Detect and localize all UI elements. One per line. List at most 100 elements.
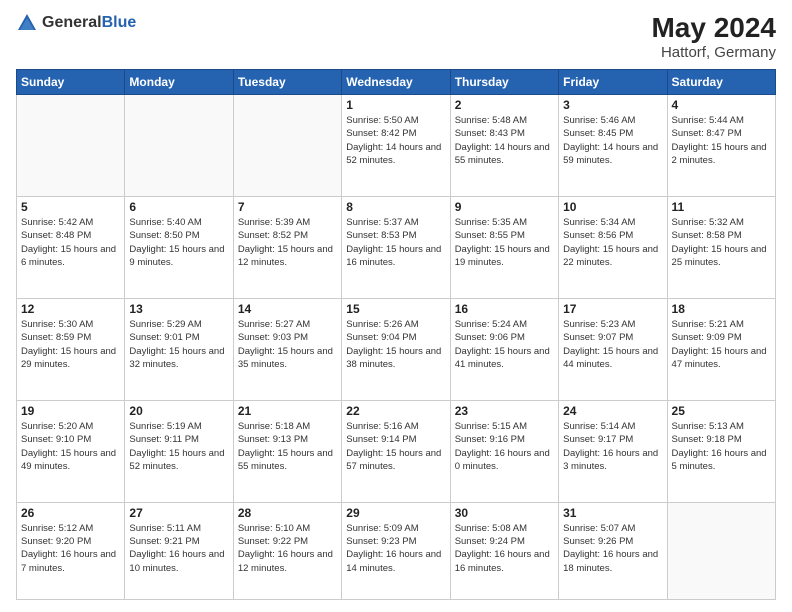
day-info-13: Sunrise: 5:29 AM Sunset: 9:01 PM Dayligh… [129,318,228,371]
cell-2-3: 15Sunrise: 5:26 AM Sunset: 9:04 PM Dayli… [342,298,450,400]
week-row-3: 19Sunrise: 5:20 AM Sunset: 9:10 PM Dayli… [17,400,776,502]
day-info-12: Sunrise: 5:30 AM Sunset: 8:59 PM Dayligh… [21,318,120,371]
day-number-21: 21 [238,404,337,418]
day-info-21: Sunrise: 5:18 AM Sunset: 9:13 PM Dayligh… [238,420,337,473]
cell-1-6: 11Sunrise: 5:32 AM Sunset: 8:58 PM Dayli… [667,196,775,298]
day-info-25: Sunrise: 5:13 AM Sunset: 9:18 PM Dayligh… [672,420,771,473]
day-number-6: 6 [129,200,228,214]
day-info-6: Sunrise: 5:40 AM Sunset: 8:50 PM Dayligh… [129,216,228,269]
day-number-16: 16 [455,302,554,316]
cell-4-4: 30 Sunrise: 5:08 AM Sunset: 9:24 PM Dayli… [450,502,558,599]
day-number-28: 28 [238,506,337,520]
week-row-1: 5Sunrise: 5:42 AM Sunset: 8:48 PM Daylig… [17,196,776,298]
cell-0-4: 2 Sunrise: 5:48 AM Sunset: 8:43 PM Daylig… [450,95,558,197]
cell-1-2: 7 Sunrise: 5:39 AM Sunset: 8:52 PM Daylig… [233,196,341,298]
day-info-2: Sunrise: 5:48 AM Sunset: 8:43 PM Dayligh… [455,114,554,167]
cell-4-6 [667,502,775,599]
cell-3-5: 24 Sunrise: 5:14 AM Sunset: 9:17 PM Dayli… [559,400,667,502]
day-number-17: 17 [563,302,662,316]
day-info-3: Sunrise: 5:46 AM Sunset: 8:45 PM Dayligh… [563,114,662,167]
cell-2-0: 12 Sunrise: 5:30 AM Sunset: 8:59 PM Dayli… [17,298,125,400]
cell-2-6: 18Sunrise: 5:21 AM Sunset: 9:09 PM Dayli… [667,298,775,400]
cell-2-2: 14 Sunrise: 5:27 AM Sunset: 9:03 PM Dayli… [233,298,341,400]
day-number-8: 8 [346,200,445,214]
cell-2-4: 16 Sunrise: 5:24 AM Sunset: 9:06 PM Dayli… [450,298,558,400]
cell-2-1: 13 Sunrise: 5:29 AM Sunset: 9:01 PM Dayli… [125,298,233,400]
cell-0-0 [17,95,125,197]
header: GeneralBlue May 2024 Hattorf, Germany [16,12,776,61]
cell-0-6: 4 Sunrise: 5:44 AM Sunset: 8:47 PM Daylig… [667,95,775,197]
day-info-28: Sunrise: 5:10 AM Sunset: 9:22 PM Dayligh… [238,522,337,575]
day-number-1: 1 [346,98,445,112]
col-thursday: Thursday [450,70,558,95]
cell-3-1: 20Sunrise: 5:19 AM Sunset: 9:11 PM Dayli… [125,400,233,502]
day-info-27: Sunrise: 5:11 AM Sunset: 9:21 PM Dayligh… [129,522,228,575]
day-info-16: Sunrise: 5:24 AM Sunset: 9:06 PM Dayligh… [455,318,554,371]
cell-1-4: 9Sunrise: 5:35 AM Sunset: 8:55 PM Daylig… [450,196,558,298]
day-number-24: 24 [563,404,662,418]
day-number-10: 10 [563,200,662,214]
day-number-18: 18 [672,302,771,316]
day-number-30: 30 [455,506,554,520]
day-info-1: Sunrise: 5:50 AM Sunset: 8:42 PM Dayligh… [346,114,445,167]
col-tuesday: Tuesday [233,70,341,95]
day-number-23: 23 [455,404,554,418]
cell-0-5: 3 Sunrise: 5:46 AM Sunset: 8:45 PM Daylig… [559,95,667,197]
logo-icon [16,12,38,34]
title-location: Hattorf, Germany [651,44,776,61]
title-block: May 2024 Hattorf, Germany [651,12,776,61]
day-number-26: 26 [21,506,120,520]
logo: GeneralBlue [16,12,136,34]
cell-3-4: 23 Sunrise: 5:15 AM Sunset: 9:16 PM Dayli… [450,400,558,502]
cell-3-2: 21 Sunrise: 5:18 AM Sunset: 9:13 PM Dayli… [233,400,341,502]
day-info-4: Sunrise: 5:44 AM Sunset: 8:47 PM Dayligh… [672,114,771,167]
day-info-15: Sunrise: 5:26 AM Sunset: 9:04 PM Dayligh… [346,318,445,371]
cell-1-5: 10 Sunrise: 5:34 AM Sunset: 8:56 PM Dayli… [559,196,667,298]
col-wednesday: Wednesday [342,70,450,95]
day-info-23: Sunrise: 5:15 AM Sunset: 9:16 PM Dayligh… [455,420,554,473]
col-sunday: Sunday [17,70,125,95]
cell-1-1: 6 Sunrise: 5:40 AM Sunset: 8:50 PM Daylig… [125,196,233,298]
day-info-24: Sunrise: 5:14 AM Sunset: 9:17 PM Dayligh… [563,420,662,473]
day-number-27: 27 [129,506,228,520]
cell-0-1 [125,95,233,197]
day-number-9: 9 [455,200,554,214]
day-info-8: Sunrise: 5:37 AM Sunset: 8:53 PM Dayligh… [346,216,445,269]
day-number-3: 3 [563,98,662,112]
day-info-20: Sunrise: 5:19 AM Sunset: 9:11 PM Dayligh… [129,420,228,473]
week-row-0: 1 Sunrise: 5:50 AM Sunset: 8:42 PM Daylig… [17,95,776,197]
day-number-13: 13 [129,302,228,316]
day-number-14: 14 [238,302,337,316]
day-info-7: Sunrise: 5:39 AM Sunset: 8:52 PM Dayligh… [238,216,337,269]
cell-4-2: 28 Sunrise: 5:10 AM Sunset: 9:22 PM Dayli… [233,502,341,599]
cell-3-3: 22Sunrise: 5:16 AM Sunset: 9:14 PM Dayli… [342,400,450,502]
day-number-22: 22 [346,404,445,418]
cell-4-3: 29Sunrise: 5:09 AM Sunset: 9:23 PM Dayli… [342,502,450,599]
day-info-10: Sunrise: 5:34 AM Sunset: 8:56 PM Dayligh… [563,216,662,269]
day-info-14: Sunrise: 5:27 AM Sunset: 9:03 PM Dayligh… [238,318,337,371]
day-info-5: Sunrise: 5:42 AM Sunset: 8:48 PM Dayligh… [21,216,120,269]
cell-4-0: 26 Sunrise: 5:12 AM Sunset: 9:20 PM Dayli… [17,502,125,599]
day-number-31: 31 [563,506,662,520]
page: GeneralBlue May 2024 Hattorf, Germany Su… [0,0,792,612]
day-number-12: 12 [21,302,120,316]
day-info-11: Sunrise: 5:32 AM Sunset: 8:58 PM Dayligh… [672,216,771,269]
day-number-25: 25 [672,404,771,418]
cell-3-6: 25 Sunrise: 5:13 AM Sunset: 9:18 PM Dayli… [667,400,775,502]
calendar-table: Sunday Monday Tuesday Wednesday Thursday… [16,69,776,600]
calendar-header-row: Sunday Monday Tuesday Wednesday Thursday… [17,70,776,95]
day-info-31: Sunrise: 5:07 AM Sunset: 9:26 PM Dayligh… [563,522,662,575]
week-row-2: 12 Sunrise: 5:30 AM Sunset: 8:59 PM Dayli… [17,298,776,400]
day-info-30: Sunrise: 5:08 AM Sunset: 9:24 PM Dayligh… [455,522,554,575]
day-info-26: Sunrise: 5:12 AM Sunset: 9:20 PM Dayligh… [21,522,120,575]
col-saturday: Saturday [667,70,775,95]
day-number-2: 2 [455,98,554,112]
day-number-4: 4 [672,98,771,112]
cell-4-1: 27 Sunrise: 5:11 AM Sunset: 9:21 PM Dayli… [125,502,233,599]
cell-3-0: 19Sunrise: 5:20 AM Sunset: 9:10 PM Dayli… [17,400,125,502]
day-info-17: Sunrise: 5:23 AM Sunset: 9:07 PM Dayligh… [563,318,662,371]
logo-general: GeneralBlue [42,14,136,32]
day-number-7: 7 [238,200,337,214]
cell-0-3: 1 Sunrise: 5:50 AM Sunset: 8:42 PM Daylig… [342,95,450,197]
title-month: May 2024 [651,12,776,44]
